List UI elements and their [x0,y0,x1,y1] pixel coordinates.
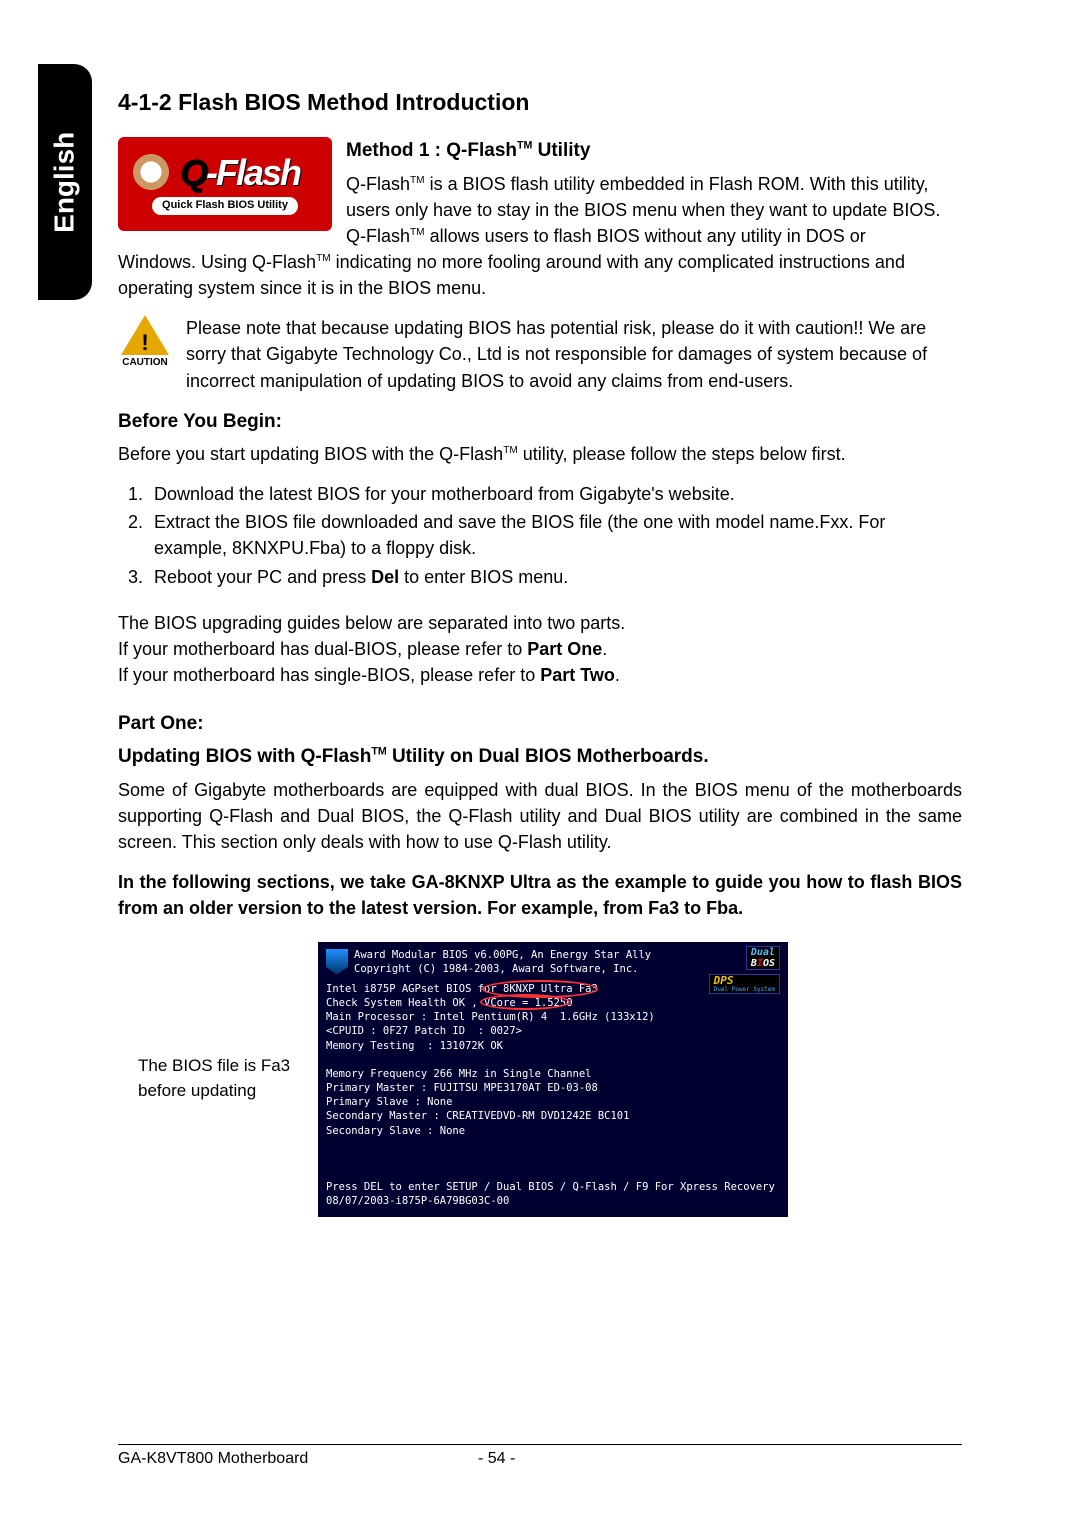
guides-l1: The BIOS upgrading guides below are sepa… [118,610,962,636]
dps-badge: DPS Dual Power System [709,974,780,995]
guides-l3: If your motherboard has single-BIOS, ple… [118,662,962,688]
part-one-p2: In the following sections, we take GA-8K… [118,869,962,921]
method1-column: Method 1 : Q-FlashTM Utility Q-FlashTM i… [346,137,962,249]
caution-icon: CAUTION [118,315,172,371]
highlight-circle-icon [480,994,570,1010]
qflash-logo-sub: Quick Flash BIOS Utility [152,197,298,215]
guides-block: The BIOS upgrading guides below are sepa… [118,610,962,688]
method1-heading: Method 1 : Q-FlashTM Utility [346,137,962,165]
main-content: 4-1-2 Flash BIOS Method Introduction Q-F… [118,86,962,1217]
warning-triangle-icon [121,315,169,355]
bios-block: The BIOS file is Fa3 before updating Awa… [118,942,962,1217]
before-intro: Before you start updating BIOS with the … [118,441,962,467]
method1-row: Q-Flash Quick Flash BIOS Utility Method … [118,137,962,249]
bios-body: Intel i875P AGPset BIOS for 8KNXP Ultra … [326,982,780,1209]
list-item: Reboot your PC and press Del to enter BI… [148,564,962,590]
before-heading: Before You Begin: [118,408,962,436]
language-tab-label: English [45,131,86,232]
method1-p1-right: Q-FlashTM is a BIOS flash utility embedd… [346,171,962,249]
award-ribbon-icon [326,949,348,975]
section-heading: 4-1-2 Flash BIOS Method Introduction [118,86,962,119]
method1-p1-wrap: Windows. Using Q-FlashTM indicating no m… [118,249,962,301]
caution-text: Please note that because updating BIOS h… [186,315,962,393]
footer-page: - 54 - [478,1447,962,1470]
qflash-logo: Q-Flash Quick Flash BIOS Utility [118,137,332,231]
part-one-p1: Some of Gigabyte motherboards are equipp… [118,777,962,855]
before-steps: Download the latest BIOS for your mother… [148,481,962,589]
bios-header-text: Award Modular BIOS v6.00PG, An Energy St… [354,948,651,976]
language-tab: English [38,64,92,300]
part-one-heading: Part One: [118,710,962,738]
list-item: Download the latest BIOS for your mother… [148,481,962,507]
bios-note: The BIOS file is Fa3 before updating [138,1054,308,1103]
qflash-logo-text: Q-Flash [180,147,300,199]
footer-model: GA-K8VT800 Motherboard [118,1447,478,1470]
list-item: Extract the BIOS file downloaded and sav… [148,509,962,561]
tm-mark: TM [517,140,532,152]
part-one-sub: Updating BIOS with Q-FlashTM Utility on … [118,743,962,771]
dual-bios-badge: Dual BIOS [746,946,780,970]
gear-icon [130,151,172,193]
bios-badges: Dual BIOS DPS Dual Power System [709,946,780,995]
caution-row: CAUTION Please note that because updatin… [118,315,962,393]
page-footer: GA-K8VT800 Motherboard - 54 - [118,1444,962,1470]
guides-l2: If your motherboard has dual-BIOS, pleas… [118,636,962,662]
bios-screenshot: Award Modular BIOS v6.00PG, An Energy St… [318,942,788,1217]
